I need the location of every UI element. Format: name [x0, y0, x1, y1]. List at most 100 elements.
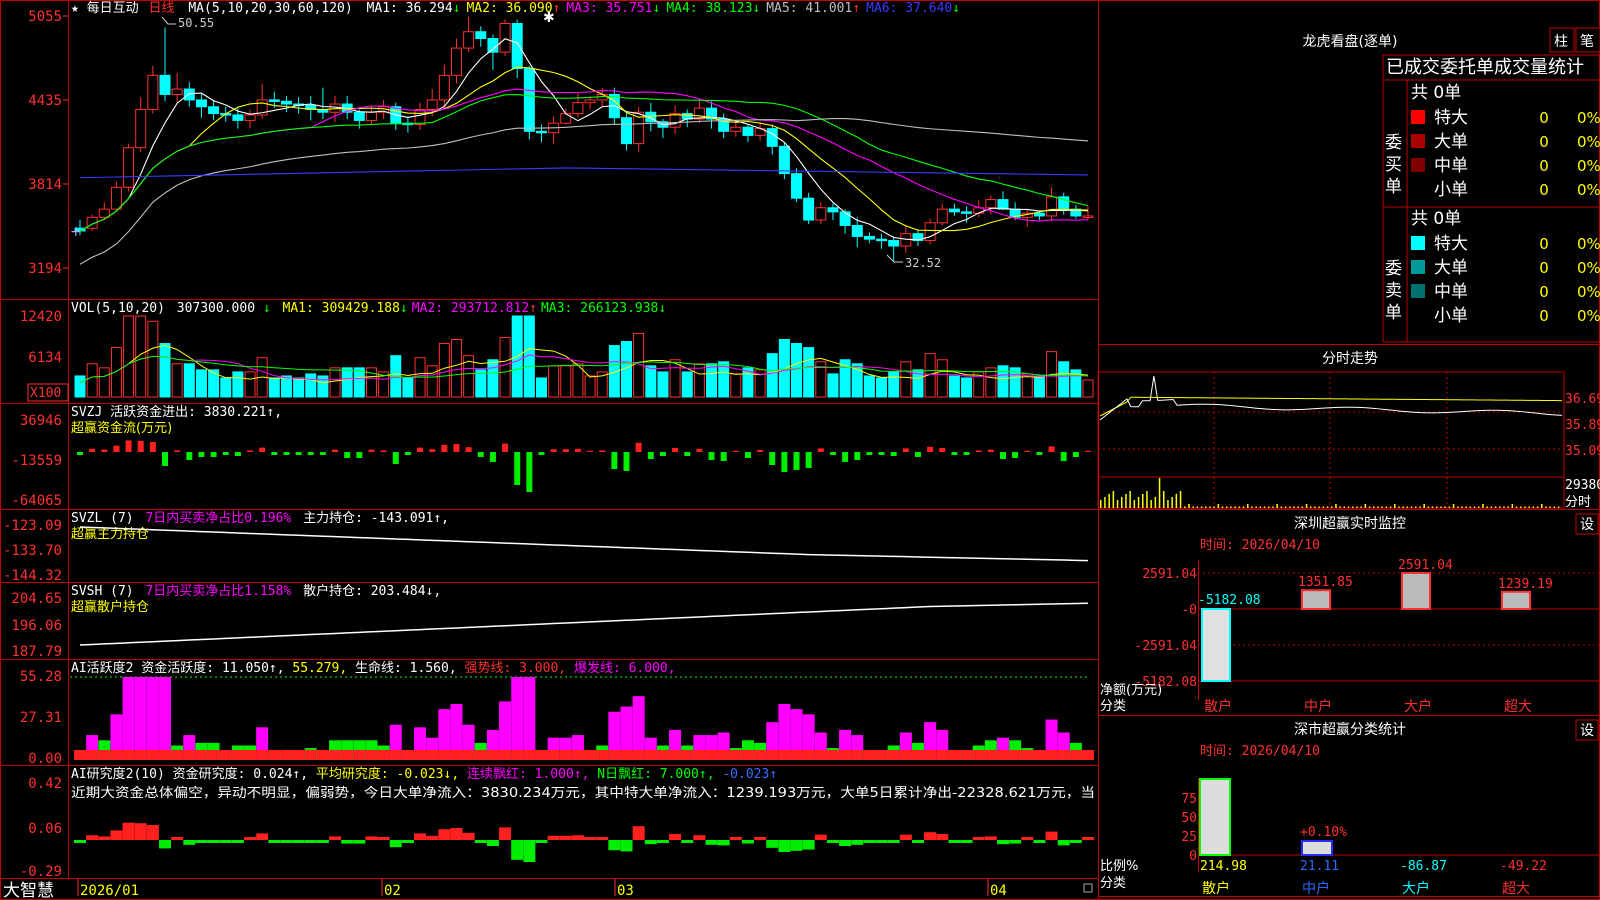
vol-bar [560, 365, 572, 398]
vol-ma-arrow-2: ↑ [529, 301, 537, 316]
candle-body [560, 113, 572, 124]
tab-tick-label[interactable]: 笔 [1580, 34, 1594, 50]
intraday-vol-bar [1373, 506, 1375, 508]
longhu-header: 已成交委托单成交量统计 [1386, 57, 1584, 78]
candle-body [851, 225, 863, 237]
ai1-base-bar [98, 750, 111, 760]
ai1-base-bar [414, 750, 427, 760]
classify-settings-label[interactable]: 设 [1580, 723, 1594, 739]
ai2-bar [1033, 840, 1046, 843]
classify-tick: 75 [1181, 792, 1197, 807]
ai2-bar [826, 840, 839, 843]
ai2-bar [766, 840, 779, 848]
intraday-vol-bar [1331, 506, 1333, 508]
svzj-bar [757, 450, 764, 452]
vol-bar [791, 343, 803, 398]
ai2-bar [547, 835, 560, 840]
svzj-bars [77, 440, 1091, 492]
intraday-vol-bar [1272, 506, 1274, 508]
ma-line-5 [79, 117, 1089, 265]
classify-title: 深市超赢分类统计 [1294, 721, 1406, 738]
svzj-bar [987, 449, 994, 452]
ai2-header-part-1: AI研究度2(10) 资金研究度: 0.024↑, [71, 766, 316, 782]
monitor-bar-label: 1239.19 [1498, 577, 1553, 592]
vol-bars [74, 315, 1094, 398]
vol-bar [766, 353, 778, 398]
svzj-bar [222, 452, 229, 455]
ai1-base-bar [1033, 750, 1046, 760]
vol-bar [353, 367, 365, 398]
intraday-vol-bar [1251, 506, 1253, 508]
svzj-bar [526, 452, 533, 492]
ai2-bar [401, 840, 414, 843]
svzj-bar [817, 448, 824, 452]
tab-bar-label[interactable]: 柱 [1554, 34, 1568, 50]
monitor-x-unit: 分类 [1100, 699, 1126, 714]
monitor-time: 时间: 2026/04/10 [1200, 538, 1320, 553]
ai1-base-bar [741, 750, 754, 760]
intraday-vol-bar [1423, 504, 1425, 508]
candle-body [572, 102, 584, 115]
intraday-vol-bar [1549, 506, 1551, 508]
vol-value: 307300.000 [177, 301, 255, 316]
ai2-bar [596, 837, 609, 840]
ai1-base-bar [1009, 750, 1022, 760]
monitor-settings-label[interactable]: 设 [1580, 517, 1594, 533]
sell-row-label: 小单 [1434, 306, 1468, 326]
classify-tick: 50 [1181, 811, 1197, 826]
ai2-bar [851, 840, 864, 845]
classify-panel: 深市超赢分类统计 设 时间: 2026/04/10 75 50 25 0 比例%… [1100, 719, 1600, 897]
monitor-bar [1501, 590, 1531, 611]
ai2-bar [936, 834, 949, 840]
ai1-base-bar [219, 750, 232, 760]
buy-row-label: 中单 [1434, 156, 1468, 176]
ai1-base-bar [936, 750, 949, 760]
ai1-tick: 0.00 [28, 751, 62, 767]
intraday-vol-bar [1507, 506, 1509, 508]
svzl-ratio: 7日内买卖净占比0.196% [145, 510, 291, 526]
monitor-tick: 2591.04 [1142, 567, 1197, 582]
svzj-bar [271, 452, 278, 455]
intraday-vol-bar [1255, 506, 1257, 508]
candle-body [123, 147, 135, 188]
ma-arrow-4: ↓ [752, 1, 760, 16]
intraday-vol-bar [1175, 494, 1178, 508]
svsh-header: SVSH (7) 7日内买卖净占比1.158% 散户持仓: 203.484↓, [71, 583, 441, 599]
ai2-bar [899, 834, 912, 840]
intraday-vol-bar [1293, 506, 1295, 508]
monitor-tick: -0 [1181, 603, 1197, 618]
vol-bar [997, 365, 1009, 398]
candle-body [268, 99, 280, 102]
sell-row-pct: 0% [1577, 235, 1600, 253]
svzj-bar [1072, 452, 1079, 457]
ai2-bar [644, 840, 657, 845]
intraday-vol-bar [1419, 506, 1421, 508]
ai2-bar [316, 840, 329, 843]
stock-terminal: 5055 4435 3814 3194 ★ 每日互动 日线 MA(5,10,20… [0, 0, 1600, 900]
svzl-params: SVZL (7) [71, 511, 134, 526]
sell-row-label: 特大 [1434, 234, 1468, 254]
ai1-base-bar [1057, 750, 1070, 760]
svzj-bar [659, 452, 666, 456]
candle-body [280, 100, 292, 105]
intraday-vol-bar [1205, 506, 1207, 508]
svzj-bar [404, 452, 411, 455]
classify-value: -86.87 [1400, 859, 1447, 874]
candle-body [414, 108, 426, 126]
ai1-base-bar [644, 750, 657, 760]
lock-icon[interactable] [1083, 883, 1093, 893]
classify-value: -49.22 [1500, 859, 1547, 874]
sell-row-label: 中单 [1434, 282, 1468, 302]
svzj-bar [429, 449, 436, 452]
intraday-vol-bar [1448, 506, 1451, 508]
svzj-bar [259, 447, 266, 452]
vol-bar [195, 369, 207, 398]
ai-research-bars [74, 822, 1094, 862]
ai1-base-bar [438, 750, 451, 760]
ai1-base-bar [1045, 750, 1058, 760]
price-tick-marks [63, 15, 68, 269]
svzj-bar [769, 452, 776, 465]
vol-bar [280, 375, 292, 398]
ai1-header-part-4: 强势线: 3.000, [464, 660, 573, 676]
ai2-tick: 0.42 [28, 776, 62, 792]
